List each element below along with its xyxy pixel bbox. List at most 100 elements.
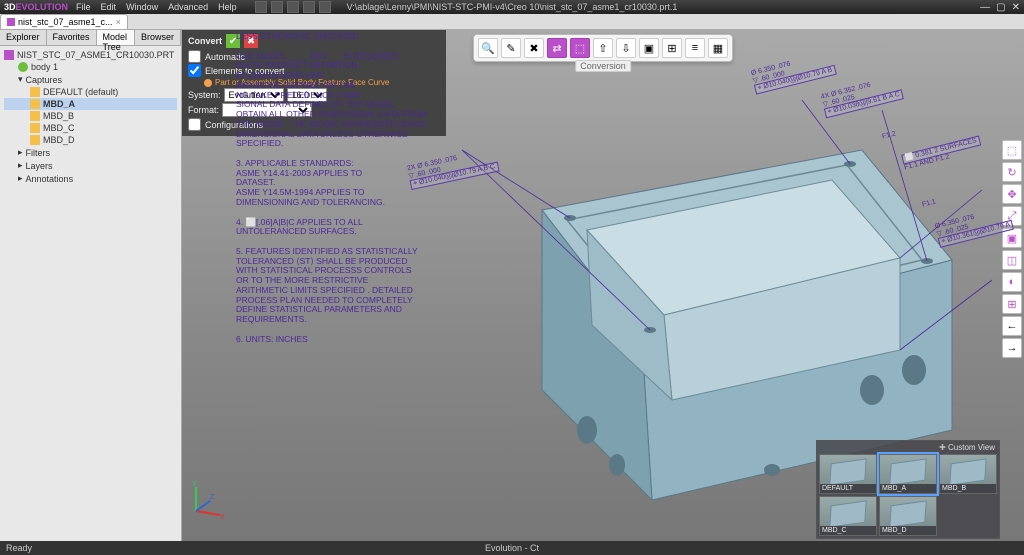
- view-thumb-mbd-a[interactable]: MBD_A: [879, 454, 937, 494]
- view-thumb-mbd-c[interactable]: MBD_C: [819, 496, 877, 536]
- tree-filters[interactable]: ▸ Filters: [4, 146, 177, 159]
- axes-triad: Y X Z: [186, 481, 226, 521]
- menu-advanced[interactable]: Advanced: [168, 2, 208, 12]
- document-tab-bar: nist_stc_07_asme1_c... ×: [0, 14, 1024, 30]
- view-thumb-mbd-a-label: MBD_A: [880, 484, 936, 493]
- tree-captures-label: Captures: [26, 75, 63, 85]
- view-thumb-default-label: DEFAULT: [820, 484, 876, 493]
- document-tab[interactable]: nist_stc_07_asme1_c... ×: [0, 14, 128, 29]
- elements-label: Elements to convert: [205, 66, 285, 76]
- tree-default[interactable]: DEFAULT (default): [4, 86, 177, 98]
- tab-model-tree[interactable]: Model Tree: [97, 30, 135, 45]
- tree-mbd-c-label: MBD_C: [43, 123, 75, 133]
- toolbar-icon-1[interactable]: [255, 1, 267, 13]
- titlebar: 3DEVOLUTION File Edit Window Advanced He…: [0, 0, 1024, 14]
- status-left: Ready: [6, 543, 32, 553]
- tab-favorites[interactable]: Favorites: [47, 30, 97, 45]
- tree-default-label: DEFAULT (default): [43, 87, 118, 97]
- format-label: Format:: [188, 105, 219, 115]
- conversion-toolbar: 🔍 ✎ ✖ ⇄ ⬚ ⇧ ⇩ ▣ ⊞ ≡ ▦: [473, 34, 733, 62]
- toolbar-icon-3[interactable]: [287, 1, 299, 13]
- view-thumb-mbd-d[interactable]: MBD_D: [879, 496, 937, 536]
- tree-annotations[interactable]: ▸ Annotations: [4, 172, 177, 185]
- status-center: Evolution - Ct: [485, 543, 539, 553]
- tree-mbd-c[interactable]: MBD_C: [4, 122, 177, 134]
- tree-root-label: NIST_STC_07_ASME1_CR10030.PRT: [17, 50, 174, 60]
- menu-help[interactable]: Help: [218, 2, 237, 12]
- tree-layers[interactable]: ▸ Layers: [4, 159, 177, 172]
- view-thumb-default[interactable]: DEFAULT: [819, 454, 877, 494]
- tools-icon[interactable]: ✖: [524, 38, 544, 58]
- box-icon[interactable]: ▦: [708, 38, 728, 58]
- minimize-icon[interactable]: —: [980, 2, 990, 13]
- configurations-checkbox[interactable]: [188, 118, 201, 131]
- version-select[interactable]: 16.0: [287, 88, 327, 102]
- system-label: System:: [188, 90, 221, 100]
- model-icon[interactable]: ⬚: [570, 38, 590, 58]
- svg-text:X: X: [220, 514, 225, 521]
- edit-icon[interactable]: ✎: [501, 38, 521, 58]
- left-panel-tabs: Explorer Favorites Model Tree Browser: [0, 30, 181, 46]
- convert-ok-button[interactable]: ✔: [226, 34, 240, 48]
- tree-body-label: body 1: [31, 62, 58, 72]
- svg-text:Z: Z: [210, 494, 215, 501]
- convert-icon[interactable]: ⇄: [547, 38, 567, 58]
- automatic-label: Automatic: [205, 52, 245, 62]
- menu-edit[interactable]: Edit: [101, 2, 117, 12]
- grid-icon[interactable]: ⊞: [662, 38, 682, 58]
- title-path: V:\ablage\Lenny\PMI\NIST-STC-PMI-v4\Creo…: [347, 2, 678, 12]
- elements-checkbox-row[interactable]: Elements to convert: [188, 64, 440, 77]
- tree-filters-label: Filters: [26, 148, 51, 158]
- toolbar-icon-5[interactable]: [319, 1, 331, 13]
- custom-view-header: Custom View: [819, 443, 997, 454]
- frame-icon[interactable]: ▣: [639, 38, 659, 58]
- automatic-checkbox[interactable]: [188, 50, 201, 63]
- tree-mbd-a-label: MBD_A: [43, 99, 75, 109]
- maximize-icon[interactable]: ▢: [996, 2, 1005, 13]
- elements-checkbox[interactable]: [188, 64, 201, 77]
- tree-mbd-d-label: MBD_D: [43, 135, 75, 145]
- left-panel: Explorer Favorites Model Tree Browser NI…: [0, 30, 182, 541]
- convert-title: Convert: [188, 36, 222, 46]
- document-tab-close-icon[interactable]: ×: [116, 17, 121, 27]
- element-dot-icon: [204, 79, 212, 87]
- model-tree: NIST_STC_07_ASME1_CR10030.PRT body 1 ▾ C…: [0, 46, 181, 188]
- tree-captures[interactable]: ▾ Captures: [4, 73, 177, 86]
- import-icon[interactable]: ⇩: [616, 38, 636, 58]
- toolbar-icon-4[interactable]: [303, 1, 315, 13]
- conversion-toolbar-label: Conversion: [575, 60, 631, 72]
- menu-file[interactable]: File: [76, 2, 91, 12]
- svg-text:Y: Y: [192, 481, 197, 488]
- list-icon[interactable]: ≡: [685, 38, 705, 58]
- view-thumb-mbd-c-label: MBD_C: [820, 526, 876, 535]
- tree-annotations-label: Annotations: [26, 174, 74, 184]
- automatic-checkbox-row[interactable]: Automatic: [188, 50, 440, 63]
- menu-window[interactable]: Window: [126, 2, 158, 12]
- pmi-anno-1: Ø 6.350 .076 ▽ .60 .000 ⌖ Ø10.040Ⓜ|Ø10.7…: [750, 50, 836, 94]
- tab-browser[interactable]: Browser: [135, 30, 181, 45]
- tree-mbd-b-label: MBD_B: [43, 111, 74, 121]
- document-tab-label: nist_stc_07_asme1_c...: [18, 17, 113, 27]
- tab-explorer[interactable]: Explorer: [0, 30, 47, 45]
- app-logo: 3DEVOLUTION: [4, 2, 68, 12]
- tree-mbd-d[interactable]: MBD_D: [4, 134, 177, 146]
- tree-body[interactable]: body 1: [4, 61, 177, 73]
- export-icon[interactable]: ⇧: [593, 38, 613, 58]
- toolbar-icon-2[interactable]: [271, 1, 283, 13]
- search-icon[interactable]: 🔍: [478, 38, 498, 58]
- element-tags: Part or Assembly Solid Body Feature Face…: [215, 78, 389, 87]
- view-thumb-mbd-b-label: MBD_B: [940, 484, 996, 493]
- custom-view-panel: Custom View DEFAULT MBD_A MBD_B MBD_C MB…: [816, 440, 1000, 539]
- format-select[interactable]: [222, 103, 312, 117]
- close-icon[interactable]: ✕: [1012, 2, 1020, 13]
- view-thumb-mbd-b[interactable]: MBD_B: [939, 454, 997, 494]
- convert-cancel-button[interactable]: ✖: [244, 34, 258, 48]
- tree-mbd-a[interactable]: MBD_A: [4, 98, 177, 110]
- tree-layers-label: Layers: [26, 161, 53, 171]
- tree-mbd-b[interactable]: MBD_B: [4, 110, 177, 122]
- system-select[interactable]: Evolution: [224, 88, 284, 102]
- configurations-label: Configurations: [205, 120, 263, 130]
- tree-root[interactable]: NIST_STC_07_ASME1_CR10030.PRT: [4, 49, 177, 61]
- status-bar: Ready Evolution - Ct: [0, 541, 1024, 555]
- viewport[interactable]: LESS OTHERWISE SPECIFIED: CAD MODEL ____…: [182, 30, 1024, 541]
